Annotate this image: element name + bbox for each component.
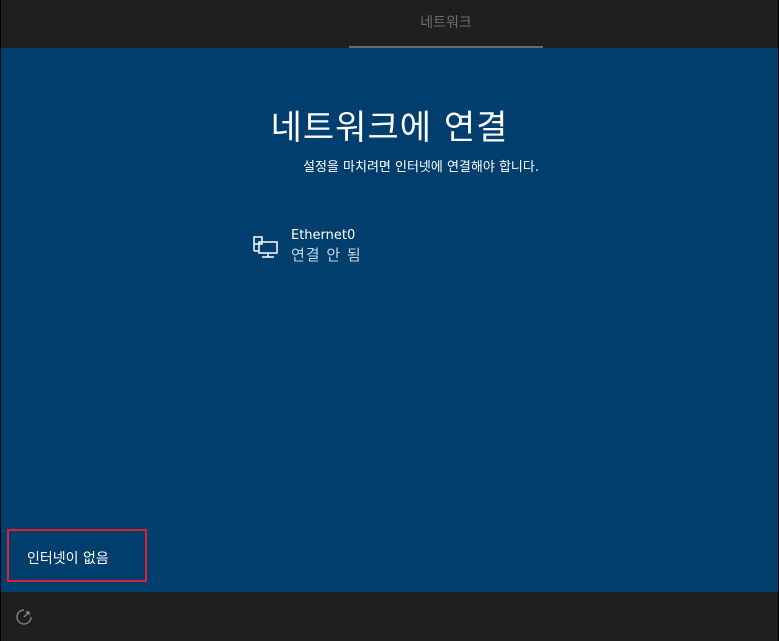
network-status: 연결 안 됨 bbox=[291, 246, 362, 264]
network-name: Ethernet0 bbox=[291, 228, 356, 243]
top-bar: 네트워크 bbox=[1, 0, 778, 48]
network-item-ethernet0[interactable]: Ethernet0 연결 안 됨 bbox=[247, 226, 547, 266]
page-subtitle: 설정을 마치려면 인터넷에 연결해야 합니다. bbox=[303, 160, 539, 175]
ethernet-icon bbox=[253, 236, 278, 258]
no-internet-highlight: 인터넷이 없음 bbox=[7, 529, 147, 582]
setup-window: 네트워크 네트워크에 연결 설정을 마치려면 인터넷에 연결해야 합니다. Et… bbox=[0, 0, 779, 641]
main-panel: 네트워크에 연결 설정을 마치려면 인터넷에 연결해야 합니다. Etherne… bbox=[1, 48, 778, 592]
tab-network: 네트워크 bbox=[349, 0, 543, 48]
no-internet-link[interactable]: 인터넷이 없음 bbox=[27, 548, 109, 568]
ease-of-access-icon[interactable] bbox=[15, 608, 33, 626]
footer-bar bbox=[1, 592, 778, 641]
page-title: 네트워크에 연결 bbox=[270, 108, 509, 148]
tab-network-label: 네트워크 bbox=[420, 15, 472, 31]
